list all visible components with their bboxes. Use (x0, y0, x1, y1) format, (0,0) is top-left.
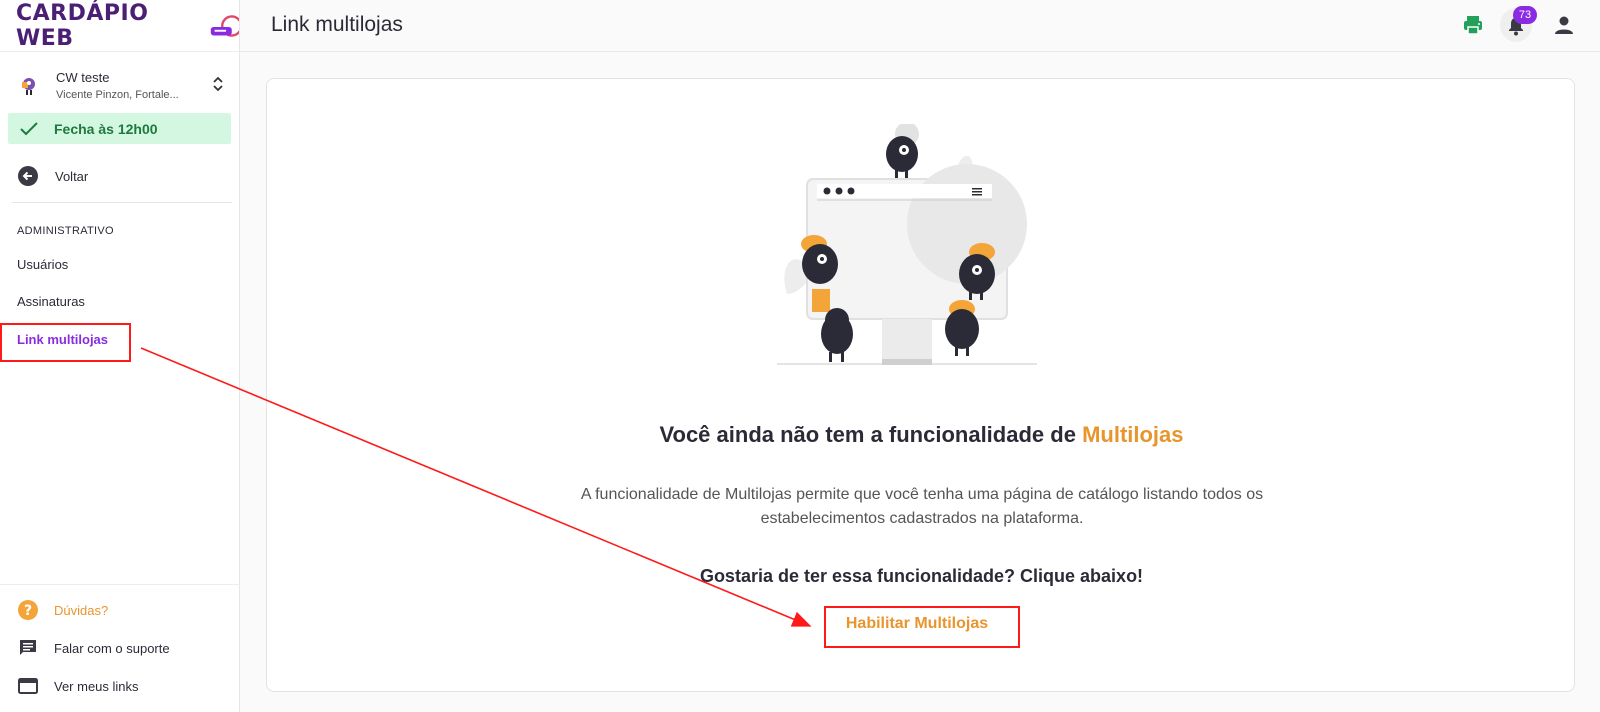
logo-text: CARDÁPIO WEB (16, 1, 149, 51)
sidebar: CARDÁPIO WEB CW teste Vicente Pinzon, Fo… (0, 0, 240, 712)
monsters-computer-illustration (777, 124, 1037, 365)
help-label: Dúvidas? (54, 602, 109, 618)
divider (12, 202, 232, 203)
brand-logo[interactable]: CARDÁPIO WEB (16, 1, 239, 51)
scooter-icon (210, 15, 239, 37)
store-name: CW teste (56, 69, 110, 85)
sidebar-item-assinaturas[interactable]: Assinaturas (17, 294, 85, 309)
check-icon (20, 121, 38, 135)
my-links-link[interactable]: Ver meus links (18, 676, 139, 696)
cta-text: Gostaria de ter essa funcionalidade? Cli… (699, 566, 1144, 586)
headline-accent: Multilojas (1082, 422, 1184, 447)
app-root: CARDÁPIO WEB CW teste Vicente Pinzon, Fo… (0, 0, 1600, 712)
notification-count-badge: 73 (1513, 6, 1537, 24)
back-label: Voltar (55, 168, 89, 184)
section-title-admin: ADMINISTRATIVO (17, 225, 114, 237)
window-icon (18, 678, 38, 694)
divider (0, 584, 240, 585)
support-link[interactable]: Falar com o suporte (18, 638, 170, 658)
headline-prefix: Você ainda não tem a funcionalidade de (659, 422, 1076, 447)
help-link[interactable]: ? Dúvidas? (18, 600, 108, 620)
back-link[interactable]: Voltar (18, 166, 88, 186)
support-label: Falar com o suporte (54, 640, 170, 656)
store-info: CW teste Vicente Pinzon, Fortale... (56, 70, 210, 101)
feature-description: A funcionalidade de Multilojas permite q… (580, 486, 1264, 527)
help-icon: ? (18, 600, 38, 620)
page-title: Link multilojas (271, 13, 403, 36)
annotation-highlight-box (0, 323, 131, 362)
main-card: Você ainda não tem a funcionalidade de M… (266, 78, 1575, 692)
store-mascot-icon (22, 78, 35, 95)
store-address: Vicente Pinzon, Fortale... (56, 88, 179, 101)
divider (0, 51, 240, 52)
svg-text:?: ? (24, 603, 32, 619)
user-icon[interactable] (1553, 14, 1575, 36)
arrow-back-icon (18, 166, 38, 186)
annotation-highlight-box (824, 606, 1020, 648)
chat-icon (20, 640, 36, 655)
my-links-label: Ver meus links (54, 678, 139, 694)
print-icon[interactable] (1462, 14, 1484, 36)
status-label: Fecha às 12h00 (54, 120, 158, 137)
store-status-badge: Fecha às 12h00 (8, 113, 231, 144)
sidebar-item-usuarios[interactable]: Usuários (17, 257, 68, 272)
store-selector[interactable]: CW teste Vicente Pinzon, Fortale... (16, 66, 226, 104)
headline: Você ainda não tem a funcionalidade de M… (267, 422, 1576, 448)
top-header: Link multilojas 73 (240, 0, 1600, 52)
unfold-icon[interactable] (210, 75, 226, 95)
